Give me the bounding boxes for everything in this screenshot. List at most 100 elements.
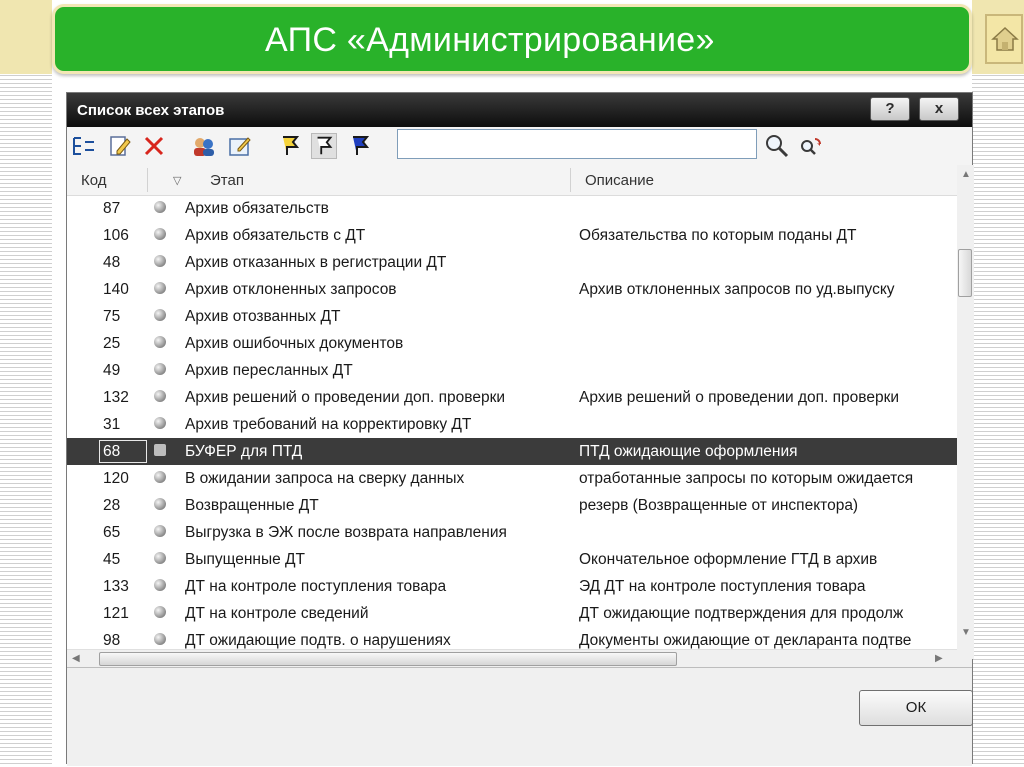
toolbar: [67, 127, 972, 166]
cell-stage: ДТ ожидающие подтв. о нарушениях: [185, 632, 451, 649]
cell-description: ДТ ожидающие подтверждения для продолж: [579, 605, 904, 622]
cell-stage: Выгрузка в ЭЖ после возврата направления: [185, 524, 507, 541]
vertical-scroll-thumb[interactable]: [958, 249, 972, 297]
search-input[interactable]: [397, 129, 757, 159]
horizontal-scroll-thumb[interactable]: [99, 652, 677, 666]
table-row[interactable]: 25 Архив ошибочных документов: [67, 330, 957, 357]
header-description[interactable]: Описание: [585, 172, 654, 189]
status-dot-icon: [154, 444, 166, 456]
sort-icon: ▽: [173, 175, 182, 187]
cell-stage: Архив ошибочных документов: [185, 335, 404, 352]
table-row[interactable]: 45 Выпущенные ДТ Окончательное оформление …: [67, 546, 957, 573]
scroll-right-icon[interactable]: ▶: [935, 653, 943, 664]
table-row[interactable]: 121 ДТ на контроле сведений ДТ ожидающие п…: [67, 600, 957, 627]
cell-stage: ДТ на контроле поступления товара: [185, 578, 447, 595]
right-decor-rail: [972, 0, 1024, 767]
cell-code: 65: [103, 524, 121, 541]
status-dot-icon: [154, 498, 166, 510]
table-row[interactable]: 28 Возвращенные ДТ резерв (Возвращенные от…: [67, 492, 957, 519]
cell-stage: Архив обязательств с ДТ: [185, 227, 366, 244]
cell-code: 25: [103, 335, 121, 352]
dialog-title: Список всех этапов: [77, 102, 225, 119]
cell-code: 133: [103, 578, 129, 595]
properties-icon[interactable]: [227, 133, 253, 159]
cell-code: 48: [103, 254, 121, 271]
table-row[interactable]: 132 Архив решений о проведении доп. прове…: [67, 384, 957, 411]
cell-stage: Архив отклоненных запросов: [185, 281, 397, 298]
cell-stage: Архив отказанных в регистрации ДТ: [185, 254, 447, 271]
search-icon[interactable]: [764, 133, 790, 159]
scroll-up-icon[interactable]: ▲: [961, 169, 971, 180]
cell-code: 45: [103, 551, 121, 568]
edit-icon[interactable]: [107, 133, 133, 159]
cell-description: Окончательное оформление ГТД в архив: [579, 551, 878, 568]
cell-code: 98: [103, 632, 121, 649]
table-row[interactable]: 133 ДТ на контроле поступления товара ЭД Д…: [67, 573, 957, 600]
left-decor-rail: [0, 0, 52, 767]
table-row[interactable]: 48 Архив отказанных в регистрации ДТ: [67, 249, 957, 276]
table-row[interactable]: 140 Архив отклоненных запросов Архив откло…: [67, 276, 957, 303]
cell-description: резерв (Возвращенные от инспектора): [579, 497, 859, 514]
cell-stage: ДТ на контроле сведений: [185, 605, 369, 622]
delete-icon[interactable]: [141, 133, 167, 159]
scroll-down-icon[interactable]: ▼: [961, 627, 971, 638]
table-row[interactable]: 120 В ожидании запроса на сверку данных от…: [67, 465, 957, 492]
cell-code: 28: [103, 497, 121, 514]
status-dot-icon: [154, 255, 166, 267]
status-dot-icon: [154, 309, 166, 321]
tree-view-icon[interactable]: [71, 133, 97, 159]
cell-stage: БУФЕР для ПТД: [185, 443, 303, 460]
users-icon[interactable]: [191, 133, 217, 159]
cell-code: 132: [103, 389, 129, 406]
status-dot-icon: [154, 282, 166, 294]
header-stage[interactable]: Этап: [210, 172, 244, 189]
cell-stage: Архив решений о проведении доп. проверки: [185, 389, 506, 406]
cell-code: 75: [103, 308, 121, 325]
search-next-icon[interactable]: [798, 133, 824, 159]
table-row[interactable]: 68 БУФЕР для ПТД ПТД ожидающие оформления: [67, 438, 957, 465]
scroll-left-icon[interactable]: ◀: [72, 653, 80, 664]
status-dot-icon: [154, 336, 166, 348]
table-row[interactable]: 65 Выгрузка в ЭЖ после возврата направлен…: [67, 519, 957, 546]
cell-code: 120: [103, 470, 129, 487]
table-row[interactable]: 87 Архив обязательств: [67, 195, 957, 222]
cell-code: 87: [103, 200, 121, 217]
stages-table: Код ▽ Этап Описание 87 Архив обязательств…: [67, 165, 957, 659]
dialog-titlebar: Список всех этапов ? x: [67, 93, 972, 127]
flag-white-icon[interactable]: [311, 133, 337, 159]
cell-code: 106: [103, 227, 129, 244]
flag-blue-icon[interactable]: [347, 133, 373, 159]
home-button[interactable]: [985, 14, 1023, 64]
cell-description: Архив отклоненных запросов по уд.выпуску: [579, 281, 895, 298]
table-header: Код ▽ Этап Описание: [67, 165, 957, 196]
ok-button[interactable]: ОК: [859, 690, 973, 726]
cell-code: 121: [103, 605, 129, 622]
table-row[interactable]: 31 Архив требований на корректировку ДТ: [67, 411, 957, 438]
table-row[interactable]: 49 Архив пересланных ДТ: [67, 357, 957, 384]
cell-description: отработанные запросы по которым ожидаетс…: [579, 470, 914, 487]
cell-stage: Архив обязательств: [185, 200, 329, 217]
cell-description: ПТД ожидающие оформления: [579, 443, 798, 460]
flag-yellow-icon[interactable]: [277, 133, 303, 159]
status-dot-icon: [154, 471, 166, 483]
cell-code: 31: [103, 416, 121, 433]
status-dot-icon: [154, 525, 166, 537]
table-row[interactable]: 75 Архив отозванных ДТ: [67, 303, 957, 330]
cell-stage: В ожидании запроса на сверку данных: [185, 470, 465, 487]
horizontal-scrollbar[interactable]: ◀ ▶: [67, 649, 957, 668]
dialog-footer: ОК: [67, 667, 973, 766]
cell-code: 49: [103, 362, 121, 379]
cell-description: Документы ожидающие от декларанта подтве: [579, 632, 912, 649]
banner-title: АПС «Администрирование»: [265, 21, 715, 59]
header-code[interactable]: Код: [81, 172, 107, 189]
help-button[interactable]: ?: [870, 97, 910, 121]
home-icon: [991, 26, 1019, 51]
close-button[interactable]: x: [919, 97, 959, 121]
status-dot-icon: [154, 390, 166, 402]
cell-description: Архив решений о проведении доп. проверки: [579, 389, 900, 406]
table-row[interactable]: 106 Архив обязательств с ДТ Обязательства …: [67, 222, 957, 249]
vertical-scrollbar[interactable]: ▲ ▼: [957, 165, 974, 659]
cell-stage: Архив отозванных ДТ: [185, 308, 341, 325]
cell-stage: Архив пересланных ДТ: [185, 362, 353, 379]
status-dot-icon: [154, 201, 166, 213]
